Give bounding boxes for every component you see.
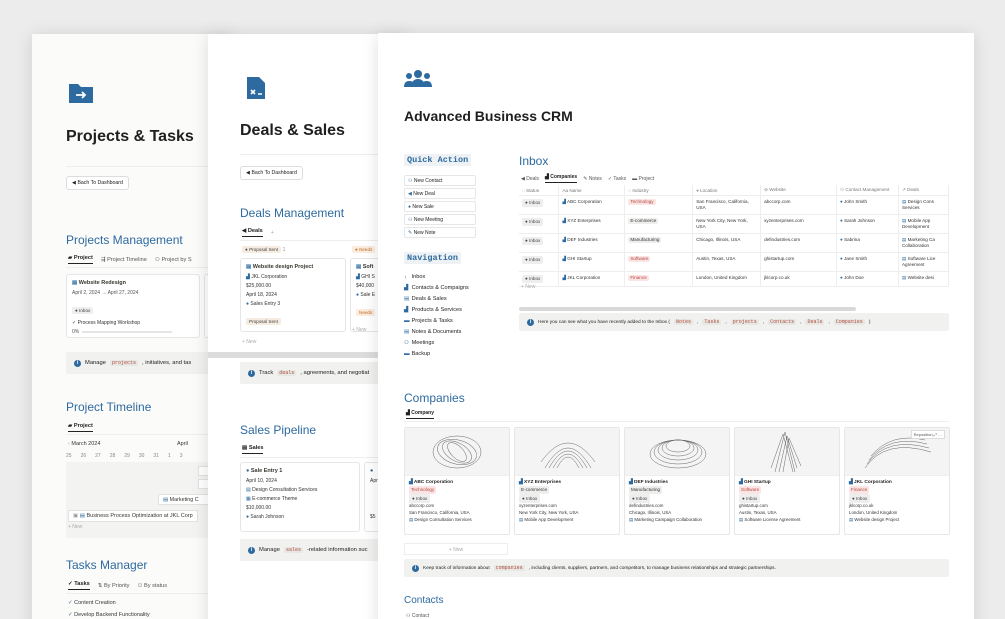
table-row[interactable]: ● Inbox ▟ DEF Industries Manufacturing Chic… [519, 233, 950, 253]
tab-tasks[interactable]: ✓ Tasks [608, 176, 626, 182]
tab-deals[interactable]: ◀ Deals [242, 228, 263, 237]
table-row[interactable]: ● Inbox ▟ XYZ Enterprises E-commerce New Yo… [519, 214, 950, 234]
company-card[interactable]: ▟ DEF Industries Manufacturing ● Inbox d… [624, 427, 730, 535]
document-icon [247, 77, 265, 99]
tab-project[interactable]: ▬ Project [632, 176, 654, 182]
table-row[interactable]: ● Inbox ▟ JKL Corporation Finance London, U… [519, 271, 950, 287]
abstract-cover-image [540, 442, 596, 469]
task-item[interactable]: ✓ Develop Backend Functionality [68, 612, 150, 618]
deal-card[interactable]: ▤ Website design Project ▟ JKL Corporati… [240, 258, 346, 332]
tab-project-timeline-view[interactable]: ▰ Project [68, 423, 93, 432]
new-company-button[interactable]: + New [404, 543, 508, 555]
table-header-row: ◌ Status Aa Name ◌ Industry ⌖ Location ⊘ Web… [519, 185, 950, 196]
abstract-cover-image [649, 439, 707, 469]
tab-project-timeline[interactable]: ⇶ Project Timeline [101, 257, 147, 263]
page-title: Projects & Tasks [66, 128, 194, 145]
tab-sales[interactable]: ▤ Sales [242, 445, 264, 454]
table-row[interactable]: ● Inbox ▟ ABC Corporation Technology San Fr… [519, 195, 950, 215]
nav-contacts[interactable]: ▟ Contacts & Compaigns [404, 285, 469, 291]
company-card[interactable]: Reposition ⤢ ⋯ ▟ JKL Corporation Finance… [844, 427, 950, 535]
folder-icon [69, 84, 93, 103]
deals-management-title: Deals Management [240, 206, 345, 220]
nav-deals-sales[interactable]: ▤ Deals & Sales [404, 296, 447, 302]
tab-deals[interactable]: ◀ Deals [521, 176, 539, 182]
nav-backup[interactable]: ▬ Backup [404, 351, 430, 357]
table-row[interactable]: ● Inbox ▟ GHI Startup Software Austin, Texa… [519, 252, 950, 272]
new-timeline-item[interactable]: + New [68, 524, 82, 530]
company-card[interactable]: ▟ ABC Corporation Technology ● Inbox abc… [404, 427, 510, 535]
crm-page: Advanced Business CRM Quick Action ⚇ New… [378, 33, 974, 619]
status-badge: ● Inbox [72, 307, 94, 314]
project-card[interactable]: ▤ Website Redesign April 2, 2024 → April… [66, 274, 200, 338]
tab-project[interactable]: ▰ Project [68, 255, 93, 264]
tab-by-priority[interactable]: ⇅ By Priority [98, 583, 130, 589]
nav-products-services[interactable]: ▟ Products & Services [404, 307, 462, 313]
nav-inbox[interactable]: ↓ Inbox [404, 274, 425, 280]
back-to-dashboard-button[interactable]: ◀ Bach To Dashboard [240, 166, 303, 180]
new-sale-button[interactable]: ● New Sale [404, 201, 476, 212]
page-title: Deals & Sales [240, 122, 345, 139]
companies-title: Companies [404, 391, 465, 405]
companies-callout: i Keep track of information about companie… [404, 559, 949, 577]
nav-meetings[interactable]: ⚇ Meetings [404, 340, 434, 346]
tab-contact[interactable]: ⚇ Contact [406, 613, 429, 619]
new-deal-item[interactable]: + New [242, 339, 256, 345]
sales-pipeline-title: Sales Pipeline [240, 423, 317, 437]
company-card[interactable]: ▟ XYZ Enterprises E-commerce ● Inbox xyz… [514, 427, 620, 535]
navigation-title: Navigation [404, 252, 462, 264]
nav-projects-tasks[interactable]: ▬ Projects & Tasks [404, 318, 453, 324]
abstract-cover-image [770, 431, 802, 473]
inbox-callout: i Here you can see what you have recently… [519, 313, 949, 331]
task-item[interactable]: ✓ Content Creation [68, 600, 116, 606]
nav-notes-documents[interactable]: ▤ Notes & Documents [404, 329, 461, 335]
tab-company[interactable]: ▟ Company [406, 410, 435, 419]
tab-companies[interactable]: ▟ Companies [545, 174, 578, 183]
new-inbox-item[interactable]: + New [521, 284, 535, 290]
projects-tabs: ▰ Project ⇶ Project Timeline ⚇ Project b… [68, 255, 192, 264]
projects-management-title: Projects Management [66, 233, 183, 247]
people-icon [404, 70, 432, 87]
company-card[interactable]: ▟ GHI Startup Software ● Inbox ghistartu… [734, 427, 840, 535]
page-title: Advanced Business CRM [404, 108, 573, 124]
tab-by-status[interactable]: ⚇ By status [137, 583, 167, 589]
tab-project-by-status[interactable]: ⚇ Project by S [155, 257, 192, 263]
horizontal-scrollbar[interactable] [519, 307, 856, 311]
reposition-button[interactable]: Reposition ⤢ ⋯ [910, 430, 945, 439]
new-note-button[interactable]: ✎ New Note [404, 227, 476, 238]
back-to-dashboard-button[interactable]: ◀ Bach To Dashboard [66, 176, 129, 190]
new-meeting-button[interactable]: ⚇ New Meeting [404, 214, 476, 225]
timeline-row[interactable]: ▣ ▤ Business Process Optimization at JKL… [68, 510, 198, 522]
tasks-manager-title: Tasks Manager [66, 558, 148, 572]
projects-tasks-page: Projects & Tasks ◀ Bach To Dashboard Pro… [32, 34, 232, 619]
abstract-cover-image [432, 435, 482, 469]
project-timeline-title: Project Timeline [66, 400, 152, 414]
tab-tasks[interactable]: ✓ Tasks [68, 581, 90, 590]
contacts-title: Contacts [404, 595, 444, 606]
quick-action-title: Quick Action [404, 154, 472, 166]
sale-card[interactable]: ● Sale Entry 1 April 10, 2024 ▤ Design C… [240, 462, 360, 532]
new-contact-button[interactable]: ⚇ New Contact [404, 175, 476, 186]
tab-notes[interactable]: ✎ Notes [583, 176, 602, 182]
new-deal-button[interactable]: ◀ New Deal [404, 188, 476, 199]
inbox-table: ◌ Status Aa Name ◌ Industry ⌖ Location ⊘ Web… [519, 185, 950, 287]
inbox-title: Inbox [519, 154, 549, 168]
